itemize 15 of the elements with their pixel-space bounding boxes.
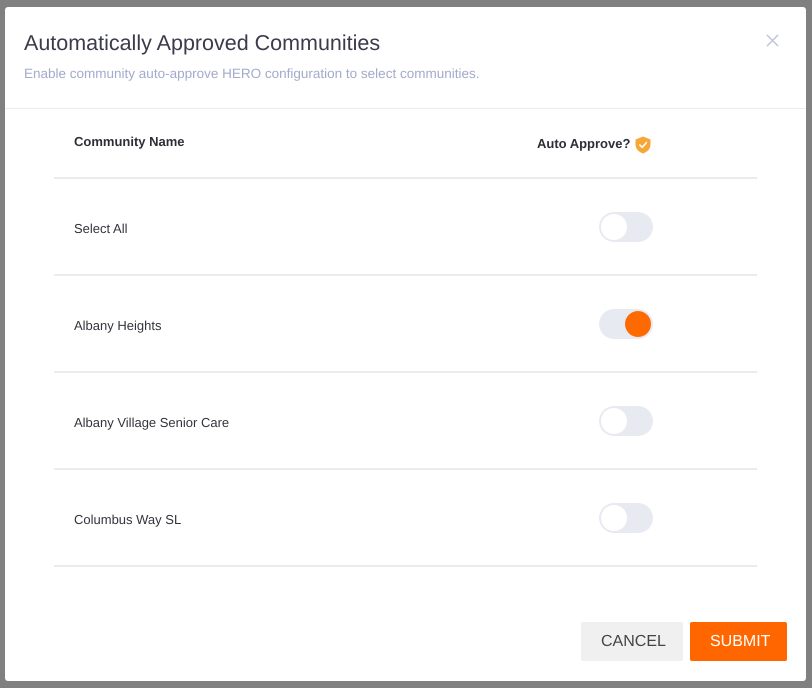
toggle-switch[interactable] [599, 308, 653, 338]
community-name: Select All [74, 221, 128, 236]
dialog-title: Automatically Approved Communities [24, 31, 382, 55]
column-header: Auto Approve? [537, 136, 630, 150]
dialog-subtitle: Enable community auto-approve HERO configuration to select communities. [24, 66, 480, 82]
community-name: Albany Village Senior Care [74, 415, 230, 430]
cancel-button[interactable]: CANCEL [581, 622, 683, 661]
community-name: Albany Heights [74, 318, 162, 333]
shield-check-icon [635, 136, 652, 154]
toggle-switch[interactable] [599, 212, 653, 242]
column-header: Community Name [74, 134, 185, 148]
toggle-switch[interactable] [599, 502, 653, 532]
close-icon[interactable] [766, 34, 779, 47]
community-name: Columbus Way SL [74, 512, 182, 527]
toggle-switch[interactable] [599, 406, 653, 436]
